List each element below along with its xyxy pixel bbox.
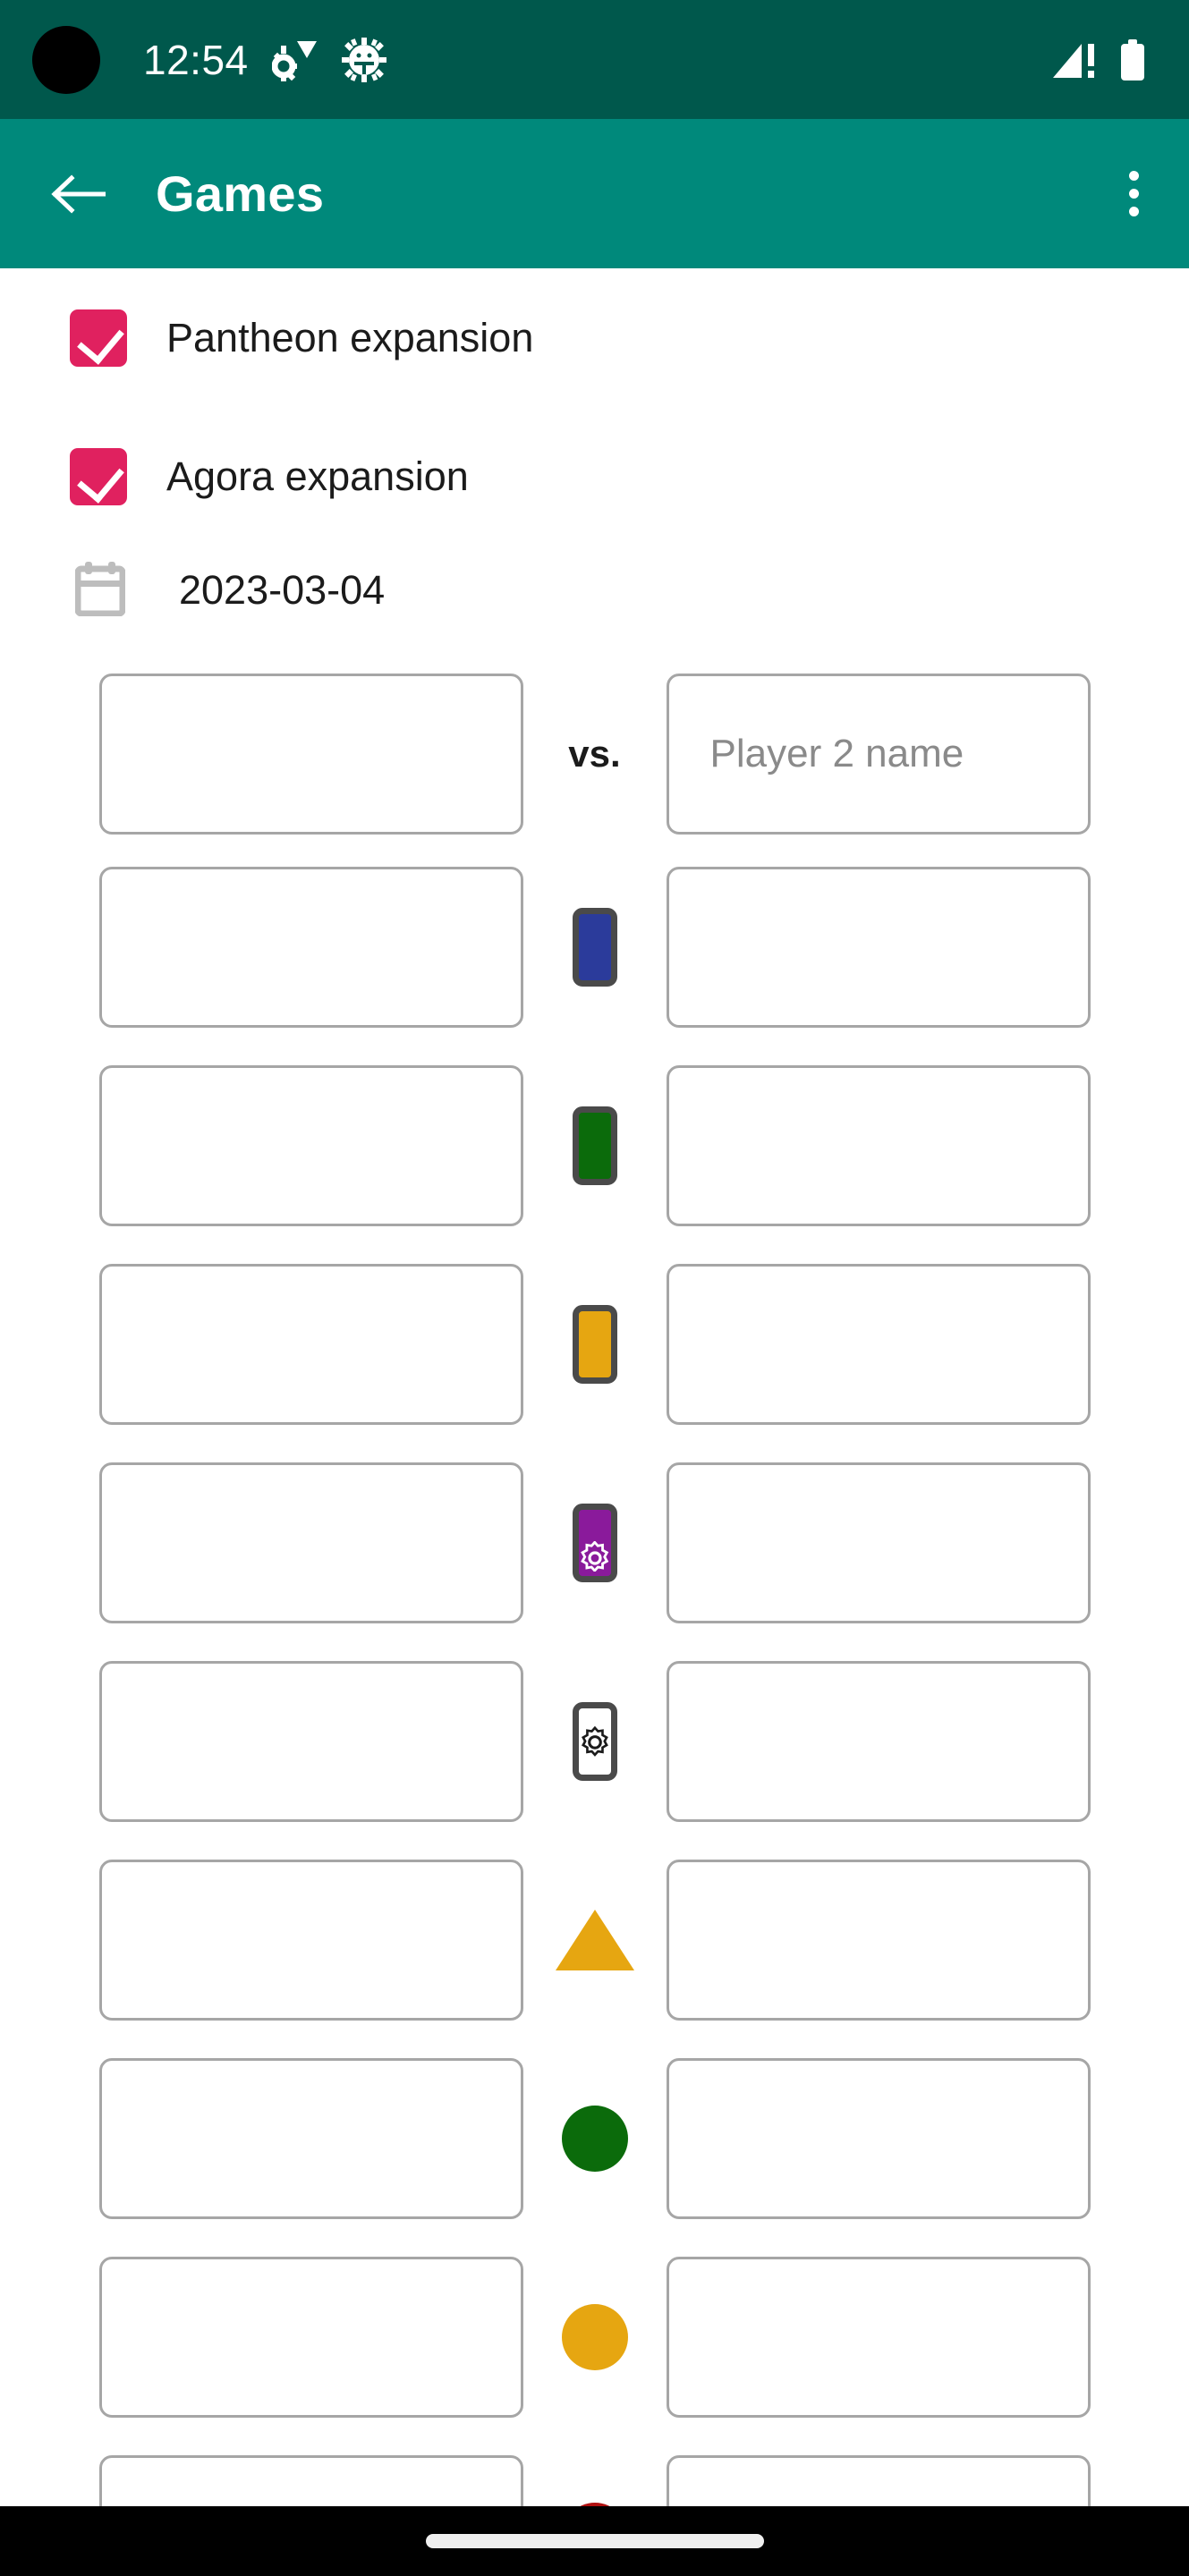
green-card-icon: [572, 1106, 617, 1185]
player2-placeholder: Player 2 name: [709, 732, 964, 775]
calendar-icon: [74, 561, 126, 621]
yellow-circle-icon: [561, 2304, 628, 2370]
page-title: Games: [156, 165, 325, 222]
checkbox-pantheon-expansion[interactable]: [70, 309, 127, 367]
checkbox-agora-expansion[interactable]: [70, 448, 127, 505]
purple-card-icon: [572, 1504, 617, 1582]
android-gear-icon: [341, 37, 386, 82]
player2-name-input[interactable]: Player 2 name: [666, 674, 1091, 835]
score-row-7: [0, 2055, 1189, 2222]
player2-score-input-4[interactable]: [666, 1462, 1091, 1623]
token-cell-3: [523, 1305, 667, 1384]
option-row-agora[interactable]: Agora expansion: [0, 434, 1189, 520]
player2-score-input-5[interactable]: [666, 1661, 1091, 1822]
cellular-signal-warning-icon: [1051, 40, 1100, 80]
score-row-8: [0, 2254, 1189, 2420]
checkbox-label-pantheon: Pantheon expansion: [166, 315, 534, 360]
system-navigation-bar: [0, 2506, 1189, 2576]
token-cell-1: [523, 908, 667, 987]
content-area: Pantheon expansion Agora expansion 2023-…: [0, 268, 1189, 2576]
player-names-row: vs. Player 2 name: [0, 671, 1189, 837]
camera-cutout-icon: [32, 25, 100, 94]
option-row-pantheon[interactable]: Pantheon expansion: [0, 295, 1189, 381]
score-row-5: [0, 1658, 1189, 1825]
checkbox-label-agora: Agora expansion: [166, 453, 469, 499]
overflow-menu-icon[interactable]: [1129, 171, 1139, 216]
status-bar: 12:54: [0, 0, 1189, 119]
token-cell-2: [523, 1106, 667, 1185]
player2-score-input-2[interactable]: [666, 1065, 1091, 1226]
app-bar: Games: [0, 119, 1189, 268]
date-row[interactable]: 2023-03-04: [0, 555, 1189, 626]
date-value: 2023-03-04: [179, 567, 386, 613]
status-bar-right-icons: [1051, 38, 1146, 80]
status-bar-clock: 12:54: [143, 36, 249, 83]
player2-score-input-7[interactable]: [666, 2058, 1091, 2219]
token-cell-7: [523, 2106, 667, 2172]
player1-score-input-5[interactable]: [98, 1661, 523, 1822]
white-card-icon: [572, 1702, 617, 1781]
token-cell-6: [523, 1910, 667, 1970]
player2-score-input-6[interactable]: [666, 1860, 1091, 2021]
player2-score-input-3[interactable]: [666, 1264, 1091, 1425]
home-indicator[interactable]: [425, 2534, 764, 2548]
score-row-6: [0, 1857, 1189, 2023]
player1-score-input-3[interactable]: [98, 1264, 523, 1425]
vs-label: vs.: [568, 733, 621, 775]
vs-label-cell: vs.: [523, 733, 667, 775]
phone-screen: 12:54 Games Pantheon expansion Agora exp…: [0, 0, 1189, 2576]
star-sun-icon: [580, 1541, 608, 1572]
player1-score-input-1[interactable]: [98, 867, 523, 1028]
status-bar-left-icons: [271, 37, 386, 82]
player2-score-input-8[interactable]: [666, 2257, 1091, 2418]
score-row-3: [0, 1261, 1189, 1428]
blue-card-icon: [572, 908, 617, 987]
player1-score-input-8[interactable]: [98, 2257, 523, 2418]
player1-score-input-2[interactable]: [98, 1065, 523, 1226]
player1-score-input-6[interactable]: [98, 1860, 523, 2021]
score-row-1: [0, 864, 1189, 1030]
player2-score-input-1[interactable]: [666, 867, 1091, 1028]
score-row-2: [0, 1063, 1189, 1229]
player1-score-input-4[interactable]: [98, 1462, 523, 1623]
battery-icon: [1119, 38, 1146, 80]
token-cell-4: [523, 1504, 667, 1582]
yellow-triangle-icon: [555, 1910, 634, 1970]
yellow-card-icon: [572, 1305, 617, 1384]
player1-name-input[interactable]: [98, 674, 523, 835]
token-cell-5: [523, 1702, 667, 1781]
score-row-4: [0, 1460, 1189, 1626]
back-arrow-icon[interactable]: [50, 171, 106, 217]
token-cell-8: [523, 2304, 667, 2370]
star-sun-icon: [581, 1725, 608, 1757]
green-circle-icon: [561, 2106, 628, 2172]
location-wifi-icon: [271, 38, 318, 81]
player1-score-input-7[interactable]: [98, 2058, 523, 2219]
